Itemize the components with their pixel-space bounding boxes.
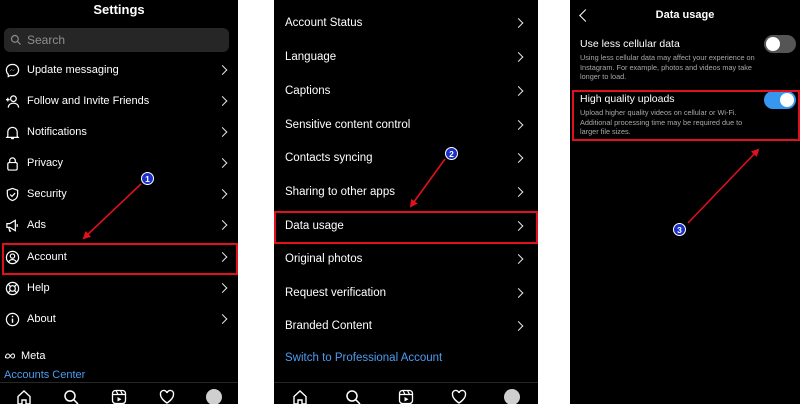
- settings-item-help[interactable]: Help: [0, 273, 238, 303]
- account-item-contacts-syncing[interactable]: Contacts syncing: [274, 143, 538, 173]
- switch-professional-link[interactable]: Switch to Professional Account: [285, 352, 442, 364]
- account-item-branded-content[interactable]: Branded Content: [274, 311, 538, 341]
- meta-label: Meta: [21, 350, 46, 362]
- info-icon: [4, 311, 20, 327]
- bottom-navigation: [274, 382, 538, 404]
- data-usage-screen: Data usage Use less cellular data Using …: [570, 0, 800, 404]
- account-item-label: Sharing to other apps: [285, 186, 395, 198]
- account-screen: Account Status Language Captions Sensiti…: [274, 0, 538, 404]
- account-item-account-status[interactable]: Account Status: [274, 8, 538, 38]
- search-icon[interactable]: [345, 389, 361, 404]
- chevron-right-icon: [217, 96, 228, 106]
- settings-item-ads[interactable]: Ads: [0, 210, 238, 240]
- search-input[interactable]: [27, 33, 217, 47]
- highlight-box-high-quality: [572, 90, 800, 141]
- step-badge-1: 1: [141, 172, 154, 185]
- chevron-right-icon: [217, 314, 228, 324]
- less-cellular-toggle[interactable]: [764, 35, 796, 53]
- setting-desc-less-cellular: Using less cellular data may affect your…: [580, 53, 755, 82]
- account-item-label: Original photos: [285, 253, 363, 265]
- chevron-right-icon: [217, 127, 228, 137]
- account-item-label: Captions: [285, 85, 331, 97]
- add-person-icon: [4, 93, 20, 109]
- settings-item-privacy[interactable]: Privacy: [0, 148, 238, 178]
- account-item-label: Contacts syncing: [285, 152, 373, 164]
- account-item-request-verification[interactable]: Request verification: [274, 278, 538, 308]
- meta-infinity-icon: [4, 353, 15, 359]
- settings-item-label: Update messaging: [27, 64, 119, 76]
- chevron-right-icon: [513, 288, 524, 298]
- chevron-right-icon: [217, 283, 228, 293]
- setting-title-less-cellular: Use less cellular data: [580, 38, 680, 50]
- chevron-right-icon: [217, 189, 228, 199]
- account-item-label: Branded Content: [285, 320, 372, 332]
- profile-avatar[interactable]: [206, 389, 223, 404]
- reels-icon[interactable]: [398, 389, 414, 404]
- chevron-right-icon: [513, 153, 524, 163]
- messenger-icon: [4, 62, 20, 78]
- settings-item-label: Follow and Invite Friends: [27, 95, 150, 107]
- chevron-right-icon: [513, 52, 524, 62]
- account-item-label: Sensitive content control: [285, 119, 411, 131]
- chevron-right-icon: [513, 86, 524, 96]
- account-item-language[interactable]: Language: [274, 42, 538, 72]
- account-item-label: Account Status: [285, 17, 363, 29]
- account-item-original-photos[interactable]: Original photos: [274, 244, 538, 274]
- settings-item-label: Ads: [27, 219, 46, 231]
- chevron-right-icon: [513, 18, 524, 28]
- reels-icon[interactable]: [111, 389, 127, 404]
- highlight-box-account: [2, 243, 238, 275]
- search-bar[interactable]: [4, 28, 229, 52]
- heart-icon[interactable]: [451, 389, 467, 404]
- heart-icon[interactable]: [159, 389, 175, 404]
- highlight-box-data-usage: [274, 211, 538, 244]
- chevron-right-icon: [217, 220, 228, 230]
- chevron-right-icon: [513, 120, 524, 130]
- search-icon[interactable]: [63, 389, 79, 404]
- settings-item-about[interactable]: About: [0, 304, 238, 334]
- bell-icon: [4, 124, 20, 140]
- settings-screen: Settings Update messaging Follow and Inv…: [0, 0, 238, 404]
- settings-item-label: About: [27, 313, 56, 325]
- page-title: Data usage: [655, 9, 715, 21]
- step-badge-2: 2: [445, 147, 458, 160]
- account-item-sensitive-content[interactable]: Sensitive content control: [274, 110, 538, 140]
- page-title: Settings: [93, 2, 145, 17]
- chevron-right-icon: [513, 187, 524, 197]
- toggle-knob: [766, 37, 780, 51]
- settings-item-label: Security: [27, 188, 67, 200]
- settings-item-security[interactable]: Security: [0, 179, 238, 209]
- chevron-right-icon: [217, 158, 228, 168]
- home-icon[interactable]: [16, 389, 32, 404]
- account-item-label: Language: [285, 51, 337, 63]
- chevron-right-icon: [217, 65, 228, 75]
- bottom-navigation: [0, 382, 238, 404]
- settings-item-notifications[interactable]: Notifications: [0, 117, 238, 147]
- chevron-right-icon: [513, 321, 524, 331]
- search-icon: [10, 34, 21, 45]
- account-item-captions[interactable]: Captions: [274, 76, 538, 106]
- megaphone-icon: [4, 217, 20, 233]
- settings-item-label: Notifications: [27, 126, 87, 138]
- profile-avatar[interactable]: [503, 389, 520, 404]
- lock-icon: [4, 155, 20, 171]
- settings-item-follow-invite[interactable]: Follow and Invite Friends: [0, 86, 238, 116]
- home-icon[interactable]: [292, 389, 308, 404]
- lifebuoy-icon: [4, 280, 20, 296]
- settings-item-label: Help: [27, 282, 50, 294]
- settings-item-update-messaging[interactable]: Update messaging: [0, 55, 238, 85]
- step-badge-3: 3: [673, 223, 686, 236]
- accounts-center-link[interactable]: Accounts Center: [4, 369, 85, 381]
- shield-icon: [4, 186, 20, 202]
- account-item-label: Request verification: [285, 287, 386, 299]
- settings-item-label: Privacy: [27, 157, 64, 169]
- chevron-right-icon: [513, 254, 524, 264]
- account-item-sharing[interactable]: Sharing to other apps: [274, 177, 538, 207]
- meta-logo: Meta: [4, 350, 45, 362]
